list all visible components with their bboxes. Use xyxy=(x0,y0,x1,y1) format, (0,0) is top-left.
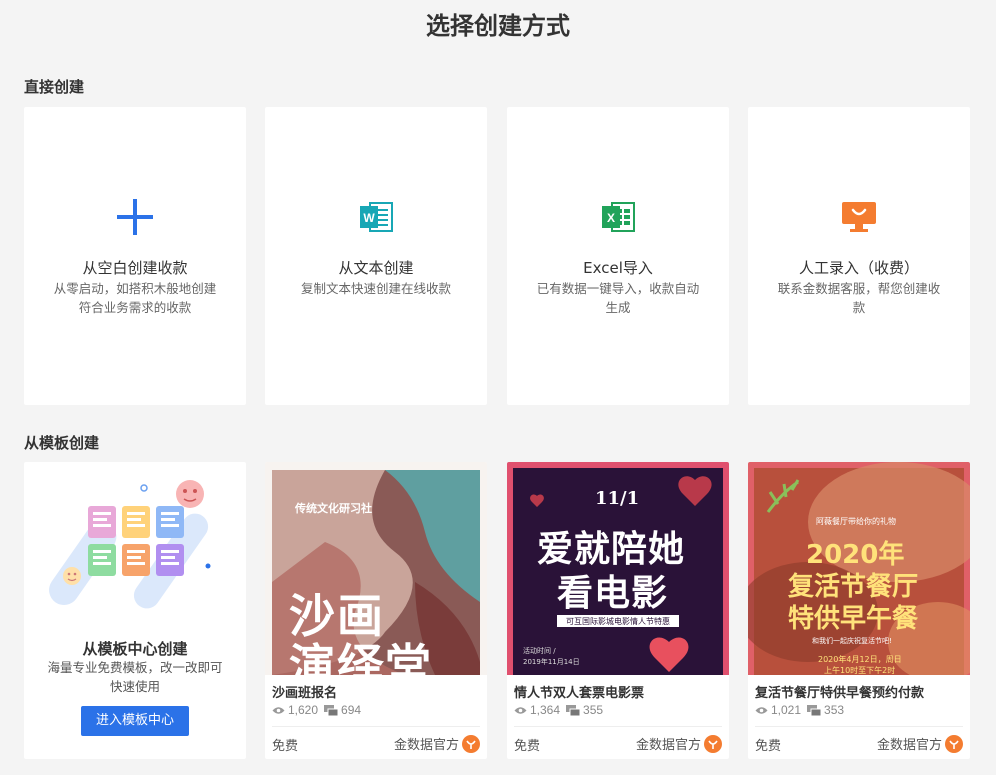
official-badge-icon xyxy=(462,734,480,753)
template-name: 沙画班报名 xyxy=(272,686,338,701)
author-name: 金数据官方 xyxy=(876,738,942,753)
official-badge-icon xyxy=(704,734,722,753)
eye-icon xyxy=(514,706,527,714)
svg-text:W: W xyxy=(363,211,375,225)
author-name: 金数据官方 xyxy=(393,738,459,753)
template-card-valentine-movie[interactable]: 11/1 爱就陪她 看电影 可互国际影城电影情人节特惠 活动时间 / 2019年… xyxy=(507,462,729,759)
divider xyxy=(755,726,963,727)
divider xyxy=(272,726,480,727)
poster-small2: 2019年11月14日 xyxy=(523,658,580,666)
template-author: 金数据官方 xyxy=(877,734,963,753)
template-center-desc: 海量专业免费模板，改一改即可快速使用 xyxy=(47,660,223,694)
copy-count: 694 xyxy=(341,703,362,717)
page-title: 选择创建方式 xyxy=(426,12,570,40)
template-card-sand-painting[interactable]: 传统文化研习社 沙画 演绎堂 沙画班报名 1,620 694 免费 金数据官方 xyxy=(265,462,487,759)
poster-top: 阿薇餐厅带给你的礼物 xyxy=(816,517,896,526)
template-poster: 11/1 爱就陪她 看电影 可互国际影城电影情人节特惠 活动时间 / 2019年… xyxy=(507,462,729,675)
eye-icon xyxy=(272,706,285,714)
enter-template-center-button[interactable]: 进入模板中心 xyxy=(81,706,189,736)
template-card-easter-breakfast[interactable]: 阿薇餐厅带给你的礼物 2020年 复活节餐厅 特供早午餐 和我们一起庆祝复活节吧… xyxy=(748,462,970,759)
poster-line3: 特供早午餐 xyxy=(788,604,919,634)
template-center-card[interactable]: 从模板中心创建 海量专业免费模板，改一改即可快速使用 进入模板中心 xyxy=(24,462,246,759)
copy-count: 355 xyxy=(583,703,604,717)
template-poster: 阿薇餐厅带给你的礼物 2020年 复活节餐厅 特供早午餐 和我们一起庆祝复活节吧… xyxy=(748,462,970,675)
section-title-direct: 直接创建 xyxy=(24,78,85,96)
excel-icon: X xyxy=(602,202,635,232)
template-center-title: 从模板中心创建 xyxy=(82,640,188,658)
manual-entry-card[interactable]: 人工录入（收费） 联系金数据客服，帮您创建收款 xyxy=(748,107,970,405)
card-desc: 从零启动，如搭积木般地创建符合业务需求的收款 xyxy=(53,281,217,315)
view-count: 1,620 xyxy=(288,703,319,717)
plus-icon xyxy=(117,199,153,235)
card-title: Excel导入 xyxy=(583,259,653,277)
template-price: 免费 xyxy=(272,739,299,754)
divider xyxy=(514,726,722,727)
copy-icon xyxy=(566,704,581,716)
eye-icon xyxy=(755,706,768,714)
author-name: 金数据官方 xyxy=(635,738,701,753)
view-count: 1,364 xyxy=(530,703,561,717)
template-stats: 1,021 353 xyxy=(755,703,850,717)
template-name: 情人节双人套票电影票 xyxy=(514,686,645,701)
copy-icon xyxy=(807,704,822,716)
template-author: 金数据官方 xyxy=(394,734,480,753)
template-name: 复活节餐厅特供早餐预约付款 xyxy=(755,686,925,701)
poster-line2: 看电影 xyxy=(557,572,669,614)
word-doc-icon: W xyxy=(360,202,393,232)
poster-tag: 传统文化研习社 xyxy=(295,502,372,515)
poster-line2: 演绎堂 xyxy=(289,639,433,675)
poster-banner: 可互国际影城电影情人节特惠 xyxy=(566,617,670,626)
poster-date: 11/1 xyxy=(595,488,640,509)
customer-service-icon xyxy=(842,202,876,232)
create-from-text-card[interactable]: W 从文本创建 复制文本快速创建在线收款 xyxy=(265,107,487,405)
card-desc: 联系金数据客服，帮您创建收款 xyxy=(777,281,941,315)
section-title-template: 从模板创建 xyxy=(24,434,100,452)
template-poster: 传统文化研习社 沙画 演绎堂 xyxy=(265,462,487,675)
template-author: 金数据官方 xyxy=(636,734,722,753)
template-stats: 1,620 694 xyxy=(272,703,367,717)
copy-icon xyxy=(324,704,339,716)
template-illustration-icon xyxy=(49,480,211,609)
create-blank-card[interactable]: 从空白创建收款 从零启动，如搭积木般地创建符合业务需求的收款 xyxy=(24,107,246,405)
card-title: 人工录入（收费） xyxy=(798,259,919,277)
copy-count: 353 xyxy=(824,703,845,717)
template-price: 免费 xyxy=(755,739,782,754)
poster-small1: 活动时间 / xyxy=(523,647,556,655)
excel-import-card[interactable]: X Excel导入 已有数据一键导入，收款自动生成 xyxy=(507,107,729,405)
template-price: 免费 xyxy=(514,739,541,754)
card-title: 从空白创建收款 xyxy=(82,259,188,277)
card-desc: 已有数据一键导入，收款自动生成 xyxy=(536,281,700,315)
poster-time: 上午10时至下午2时 xyxy=(824,666,896,675)
card-title: 从文本创建 xyxy=(338,259,414,277)
template-stats: 1,364 355 xyxy=(514,703,609,717)
svg-text:X: X xyxy=(607,211,615,225)
view-count: 1,021 xyxy=(771,703,802,717)
poster-date: 2020年4月12日，周日 xyxy=(818,655,902,664)
card-desc: 复制文本快速创建在线收款 xyxy=(300,281,451,296)
official-badge-icon xyxy=(945,734,963,753)
poster-sub: 和我们一起庆祝复活节吧! xyxy=(812,637,892,645)
